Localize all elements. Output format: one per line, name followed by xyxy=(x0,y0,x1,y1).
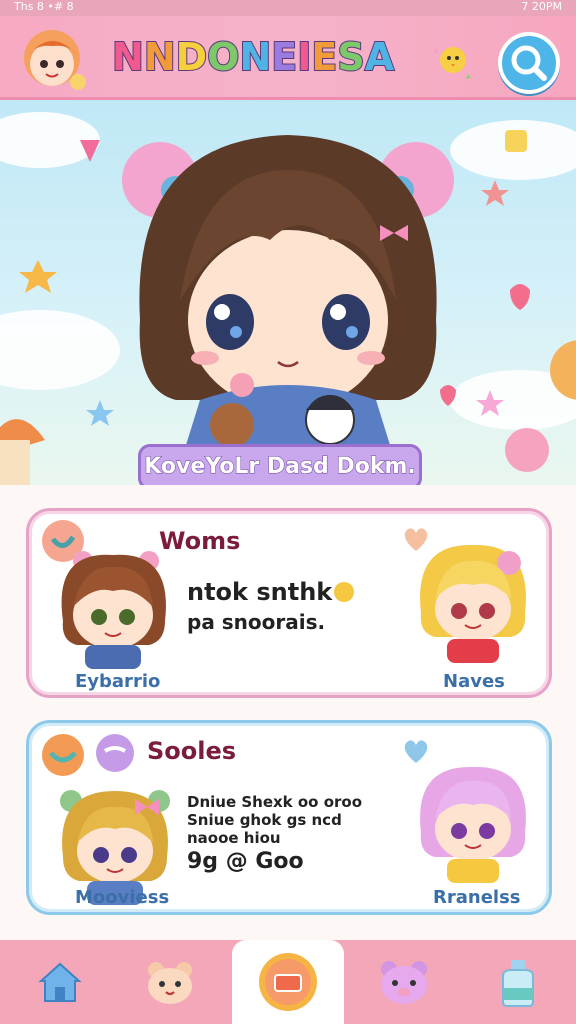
character-brown-hair xyxy=(61,551,166,669)
app-title-letter: A xyxy=(364,34,395,80)
search-icon xyxy=(511,45,547,81)
character-name-right: Naves xyxy=(443,671,505,692)
feature-card-1[interactable]: Woms ntok snthk pa snoorais. Eybarrio Na… xyxy=(26,508,552,698)
character-name-right: Rranelss xyxy=(433,887,521,908)
app-title-letter: E xyxy=(310,34,338,80)
pig-icon xyxy=(381,961,427,1004)
app-title-letter: N xyxy=(238,34,272,80)
character-name-left: Eybarrio xyxy=(75,671,161,692)
app-title-letter: O xyxy=(206,34,240,80)
card-text-line3: naooe hiou xyxy=(187,829,281,847)
app-title-letter: S xyxy=(336,34,365,80)
app-title-text: NNDONEIESA xyxy=(111,34,395,80)
app-title-letter: E xyxy=(270,34,298,80)
hero-illustration xyxy=(0,112,576,485)
nav-card[interactable] xyxy=(246,940,330,1024)
nav-pig[interactable] xyxy=(362,940,446,1024)
home-icon xyxy=(38,962,82,1002)
nav-home[interactable] xyxy=(18,940,102,1024)
character-pink-hair xyxy=(420,766,526,883)
orange-badge-icon xyxy=(42,734,84,776)
status-bar: Ths 8 •# 8 7 20PM xyxy=(0,0,576,16)
card-text-line1: Dniue Shexk oo oroo xyxy=(187,793,363,811)
hero-banner: KoveYoLr Dasd Dokm. xyxy=(0,100,576,485)
chick-icon xyxy=(334,582,354,602)
search-button[interactable] xyxy=(498,32,560,94)
status-left: Ths 8 •# 8 xyxy=(14,0,74,13)
app-title-letter: N xyxy=(111,34,145,80)
app-title-letter: D xyxy=(175,34,209,80)
nav-bear[interactable] xyxy=(128,940,212,1024)
card-icon xyxy=(259,953,317,1011)
app-header: NNDONEIESA xyxy=(0,16,576,100)
character-name-left: Mooviess xyxy=(75,887,170,908)
app-title: NNDONEIESA xyxy=(111,34,395,80)
card-text-line1: ntok snthk xyxy=(187,578,333,606)
profile-avatar[interactable] xyxy=(18,26,88,92)
card-title: Sooles xyxy=(147,737,237,765)
bottle-icon xyxy=(502,960,534,1007)
feature-card-2[interactable]: Sooles Dniue Shexk oo oroo Sniue ghok gs… xyxy=(26,720,552,915)
bear-icon xyxy=(148,962,192,1004)
purple-badge-icon xyxy=(96,734,134,772)
chick-icon xyxy=(434,47,471,79)
nav-bottle[interactable] xyxy=(476,940,560,1024)
card-text-line2: pa snoorais. xyxy=(187,610,326,634)
character-blonde-hair xyxy=(420,544,526,663)
card-text-line4: 9g @ Goo xyxy=(187,849,304,874)
app-title-letter: N xyxy=(143,34,177,80)
status-time: 7 20PM xyxy=(521,0,562,13)
app-title-letter: I xyxy=(296,34,312,80)
hero-caption-button[interactable]: KoveYoLr Dasd Dokm. xyxy=(138,444,422,485)
card-text-line2: Sniue ghok gs ncd xyxy=(187,811,342,829)
